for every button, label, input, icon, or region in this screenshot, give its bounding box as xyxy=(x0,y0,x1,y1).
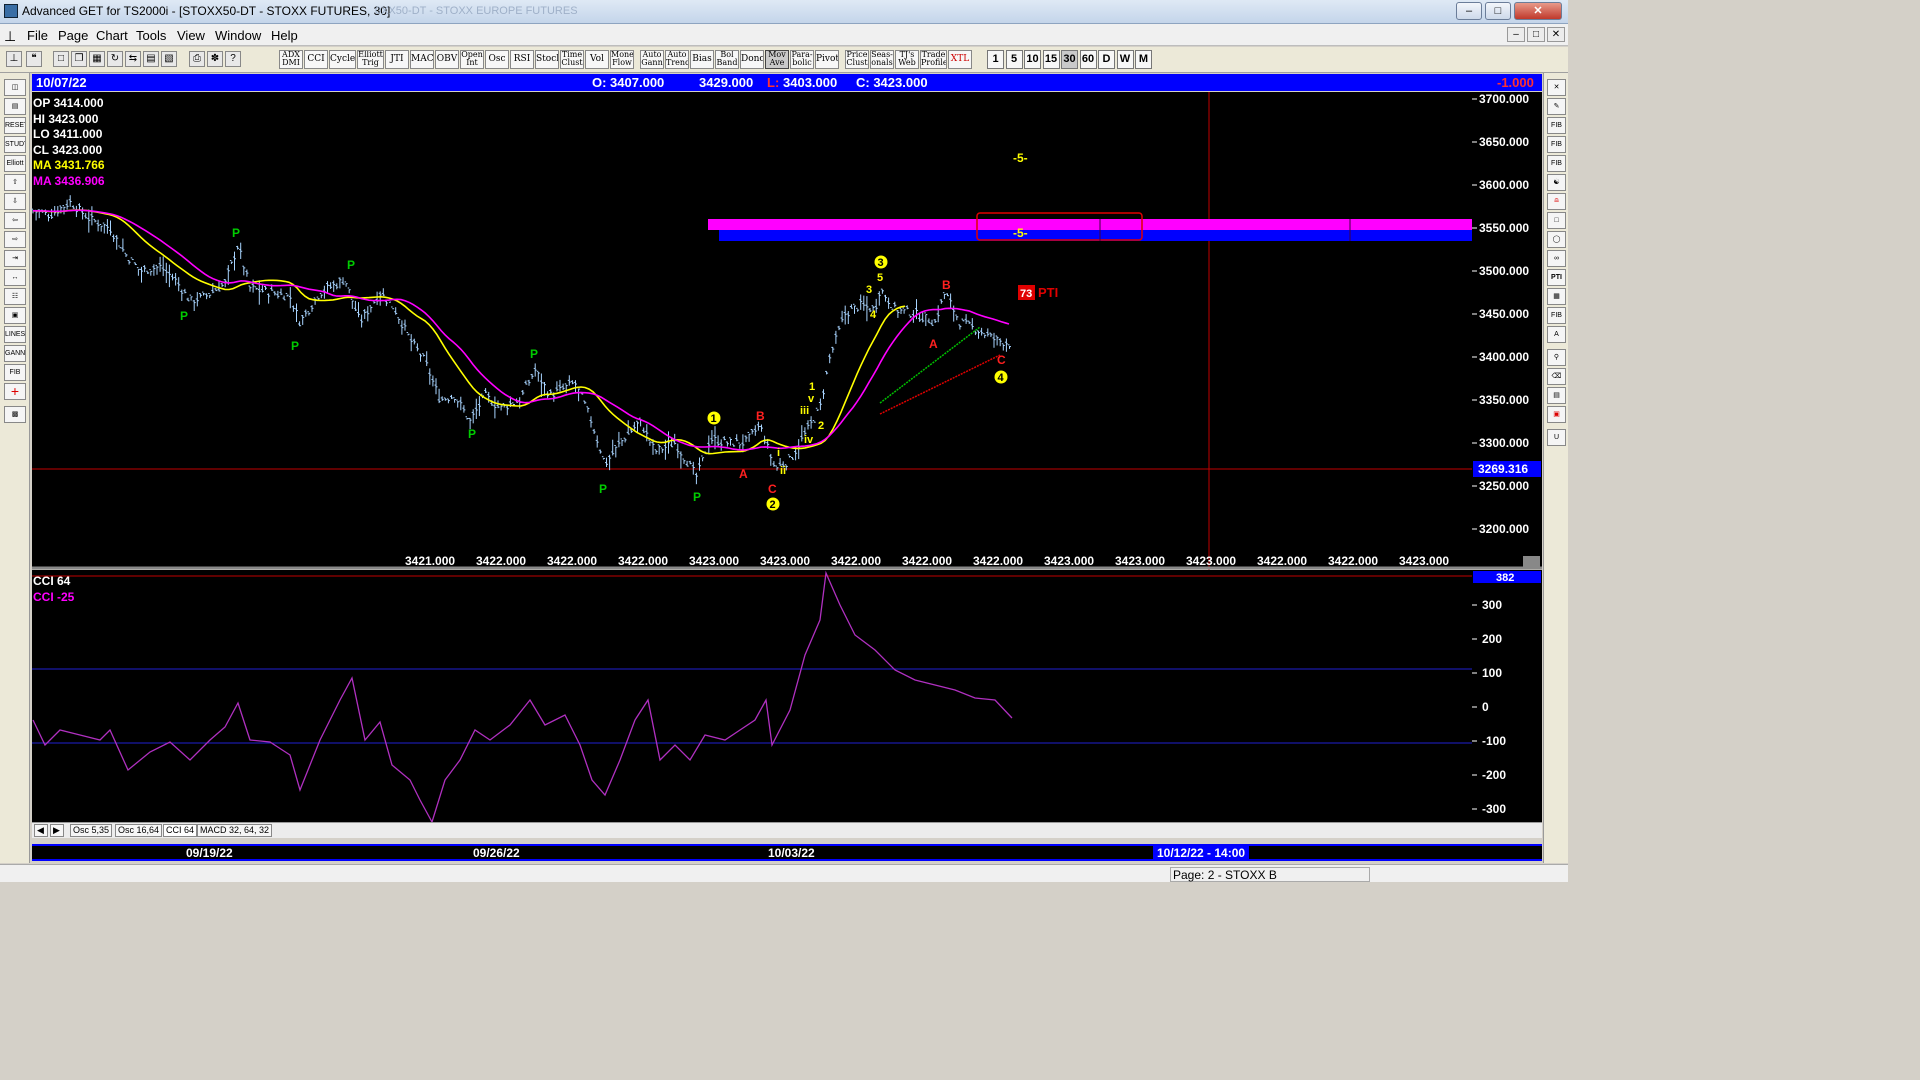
pti-score: 73 xyxy=(1020,288,1032,300)
price-tick-label: 3650.000 xyxy=(1479,135,1529,149)
status-bar: Page: 2 - STOXX B xyxy=(0,864,1568,882)
legend-ma-magenta: MA 3436.906 xyxy=(33,174,105,188)
wave-label: B xyxy=(942,278,951,292)
wave-label: A xyxy=(929,337,938,351)
wave-label: v xyxy=(808,393,815,405)
wave-label: 1 xyxy=(809,381,815,393)
price-tick-label: 3300.000 xyxy=(1479,436,1529,450)
tab-macd[interactable]: MACD 32, 64, 32 xyxy=(197,824,273,837)
legend-low: LO 3411.000 xyxy=(33,127,103,141)
price-tick-label: 3350.000 xyxy=(1479,393,1529,407)
cursor-price-label: 3269.316 xyxy=(1478,462,1528,476)
cci-tick-label: -300 xyxy=(1482,802,1506,816)
bar-value-label: 3421.000 xyxy=(405,554,455,568)
price-tick-label: 3250.000 xyxy=(1479,479,1529,493)
target-label-band: -5- xyxy=(1013,226,1028,240)
cci-tick-label: -100 xyxy=(1482,734,1506,748)
wave-label: A xyxy=(739,467,748,481)
pivot-label: P xyxy=(232,226,240,240)
wave-number: 4 xyxy=(998,372,1005,384)
wave-label: 2 xyxy=(818,420,824,432)
cci-value-label: CCI -25 xyxy=(33,590,75,604)
wave-number: 2 xyxy=(770,499,776,511)
tab-scroll-right[interactable]: ▶ xyxy=(50,824,64,837)
cci-tick-label: -200 xyxy=(1482,768,1506,782)
legend-open: OP 3414.000 xyxy=(33,96,104,110)
legend-high: HI 3423.000 xyxy=(33,112,99,126)
wave-label: iii xyxy=(800,405,809,417)
pivot-label: P xyxy=(468,427,476,441)
tab-osc-16-64[interactable]: Osc 16,64 xyxy=(115,824,163,837)
page-status: Page: 2 - STOXX B xyxy=(1170,867,1370,882)
scale-icon[interactable] xyxy=(1523,556,1540,567)
pivot-label: P xyxy=(530,347,538,361)
wave-label: B xyxy=(756,409,765,423)
price-tick-label: 3600.000 xyxy=(1479,178,1529,192)
bar-value-label: 3422.000 xyxy=(1257,554,1307,568)
cci-tick-label: 200 xyxy=(1482,632,1502,646)
pivot-label: P xyxy=(599,482,607,496)
cci-current-value: 382 xyxy=(1496,572,1514,584)
pivot-label: P xyxy=(347,258,355,272)
cci-tick-label: 0 xyxy=(1482,700,1489,714)
bar-value-label: 3422.000 xyxy=(973,554,1023,568)
bar-value-label: 3423.000 xyxy=(760,554,810,568)
bar-value-label: 3422.000 xyxy=(547,554,597,568)
legend-close: CL 3423.000 xyxy=(33,143,102,157)
wave-label: i xyxy=(777,447,780,459)
wave-label: 5 xyxy=(877,272,883,284)
date-label-3: 10/03/22 xyxy=(768,846,815,860)
bar-value-label: 3422.000 xyxy=(902,554,952,568)
price-tick-label: 3550.000 xyxy=(1479,221,1529,235)
cci-tick-label: 100 xyxy=(1482,666,1502,680)
date-axis[interactable]: 09/19/22 09/26/22 10/03/22 10/12/22 - 14… xyxy=(32,844,1542,861)
wave-label: 3 xyxy=(866,284,872,296)
tab-osc-5-35[interactable]: Osc 5,35 xyxy=(70,824,113,837)
wave-label: C xyxy=(997,353,1006,367)
wave-number: 3 xyxy=(878,257,884,269)
bar-value-label: 3422.000 xyxy=(831,554,881,568)
indicator-tab-bar: ◀ ▶ Osc 5,35 Osc 16,64 CCI 64 MACD 32, 6… xyxy=(32,822,1542,838)
price-axis[interactable] xyxy=(1472,92,1542,567)
tab-cci-64[interactable]: CCI 64 xyxy=(163,824,198,837)
target-label-top: -5- xyxy=(1013,151,1028,165)
wave-label: iv xyxy=(804,434,814,446)
wave-label: C xyxy=(768,482,777,496)
bar-value-label: 3423.000 xyxy=(689,554,739,568)
bar-value-label: 3423.000 xyxy=(1044,554,1094,568)
wave-label: 4 xyxy=(870,309,877,321)
bar-value-label: 3423.000 xyxy=(1115,554,1165,568)
price-tick-label: 3700.000 xyxy=(1479,92,1529,106)
bar-value-label: 3422.000 xyxy=(1328,554,1378,568)
price-panel[interactable] xyxy=(32,92,1472,567)
target-zone-magenta xyxy=(708,219,1472,230)
wave-label: ii xyxy=(780,465,786,477)
date-label-2: 09/26/22 xyxy=(473,846,520,860)
bar-value-label: 3422.000 xyxy=(618,554,668,568)
bar-value-label: 3423.000 xyxy=(1186,554,1236,568)
wave-number: 1 xyxy=(711,413,717,425)
cci-tick-label: 300 xyxy=(1482,598,1502,612)
price-tick-label: 3400.000 xyxy=(1479,350,1529,364)
bar-value-label: 3422.000 xyxy=(476,554,526,568)
price-tick-label: 3500.000 xyxy=(1479,264,1529,278)
pti-label: PTI xyxy=(1038,285,1058,300)
date-label-1: 09/19/22 xyxy=(186,846,233,860)
price-tick-label: 3200.000 xyxy=(1479,522,1529,536)
chart-area[interactable]: -5- -5- PPPPPPPP1234534ABCABCiiiiiiivv12… xyxy=(0,0,1568,882)
cci-label: CCI 64 xyxy=(33,574,71,588)
cci-panel[interactable] xyxy=(32,570,1472,822)
legend-ma-yellow: MA 3431.766 xyxy=(33,158,105,172)
price-tick-label: 3450.000 xyxy=(1479,307,1529,321)
pivot-label: P xyxy=(291,339,299,353)
bar-value-label: 3423.000 xyxy=(1399,554,1449,568)
pivot-label: P xyxy=(180,309,188,323)
cursor-date-label: 10/12/22 - 14:00 xyxy=(1153,846,1250,860)
pivot-label: P xyxy=(693,490,701,504)
tab-scroll-left[interactable]: ◀ xyxy=(34,824,48,837)
